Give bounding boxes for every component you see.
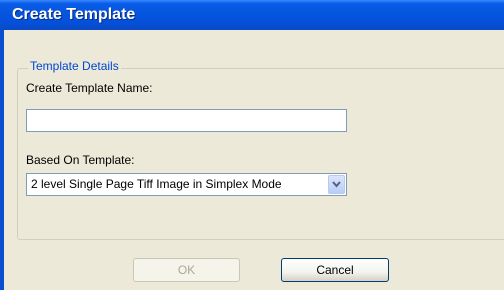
based-on-template-select[interactable]: 2 level Single Page Tiff Image in Simple… — [26, 173, 347, 196]
cancel-button[interactable]: Cancel — [281, 258, 389, 282]
based-on-template-value: 2 level Single Page Tiff Image in Simple… — [31, 177, 282, 191]
template-name-input[interactable] — [26, 109, 347, 132]
title-bar[interactable]: Create Template — [0, 0, 504, 30]
based-on-template-label: Based On Template: — [26, 153, 135, 167]
ok-button[interactable]: OK — [133, 258, 240, 282]
dropdown-arrow-button[interactable] — [328, 175, 345, 194]
create-template-dialog: Create Template Template Details Create … — [0, 0, 504, 290]
template-details-legend: Template Details — [28, 59, 121, 73]
dialog-title: Create Template — [12, 6, 136, 23]
template-name-label: Create Template Name: — [26, 81, 153, 95]
chevron-down-icon — [332, 181, 341, 188]
